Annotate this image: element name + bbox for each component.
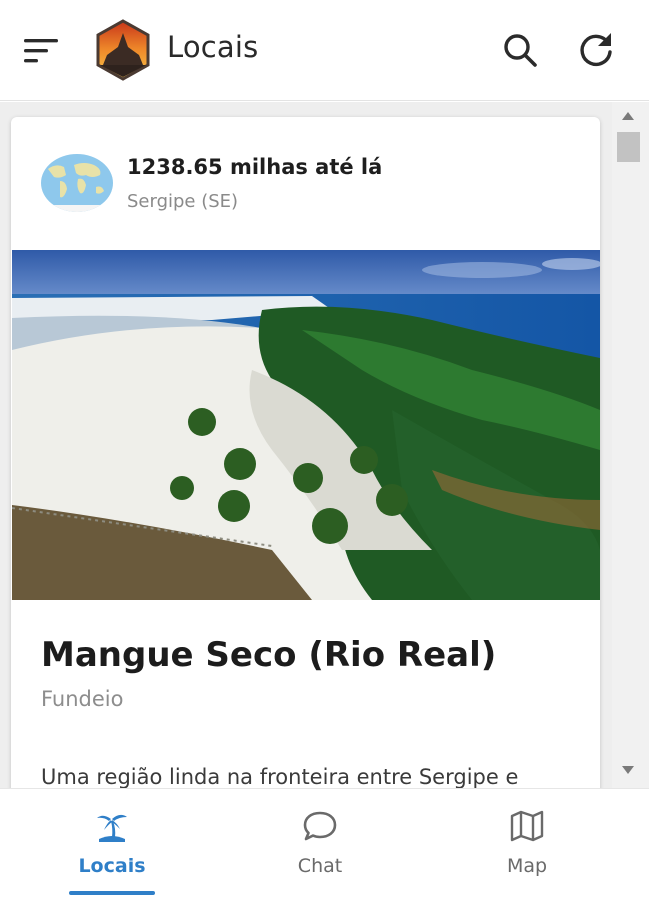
place-type: Fundeio	[41, 687, 124, 711]
nav-label-chat: Chat	[297, 855, 343, 877]
search-button[interactable]	[500, 30, 540, 70]
scroll-up-arrow-icon[interactable]	[622, 112, 634, 120]
nav-label-locais: Locais	[78, 855, 146, 877]
nav-tab-locais[interactable]: Locais	[32, 789, 192, 900]
map-icon	[510, 810, 544, 842]
menu-icon	[24, 39, 58, 63]
region-label: Sergipe (SE)	[127, 191, 239, 212]
app-bar: Locais	[0, 0, 649, 101]
place-name: Mangue Seco (Rio Real)	[41, 635, 497, 675]
bottom-navigation: Locais Chat Map	[0, 788, 649, 900]
scroll-down-arrow-icon[interactable]	[622, 766, 634, 774]
menu-button[interactable]	[22, 34, 60, 68]
refresh-button[interactable]	[575, 29, 617, 71]
location-card[interactable]: 1238.65 milhas até lá Sergipe (SE) Mangu…	[11, 117, 600, 788]
place-description: Uma região linda na fronteira entre Serg…	[41, 765, 519, 788]
scroll-thumb[interactable]	[617, 132, 640, 162]
distance-label: 1238.65 milhas até lá	[127, 155, 383, 179]
nav-label-map: Map	[506, 855, 548, 877]
palm-tree-icon	[97, 814, 127, 842]
page-title: Locais	[167, 30, 259, 64]
app-logo	[96, 19, 150, 81]
scrollbar[interactable]	[612, 102, 649, 788]
location-photo[interactable]	[12, 250, 600, 600]
nav-tab-chat[interactable]: Chat	[240, 789, 400, 900]
nav-tab-map[interactable]: Map	[447, 789, 607, 900]
active-tab-indicator	[69, 891, 155, 895]
refresh-icon	[580, 33, 612, 67]
chat-bubble-icon	[303, 811, 337, 841]
world-map-thumbnail	[41, 154, 113, 212]
search-icon	[504, 34, 537, 67]
locations-list[interactable]: 1238.65 milhas até lá Sergipe (SE) Mangu…	[0, 102, 649, 788]
